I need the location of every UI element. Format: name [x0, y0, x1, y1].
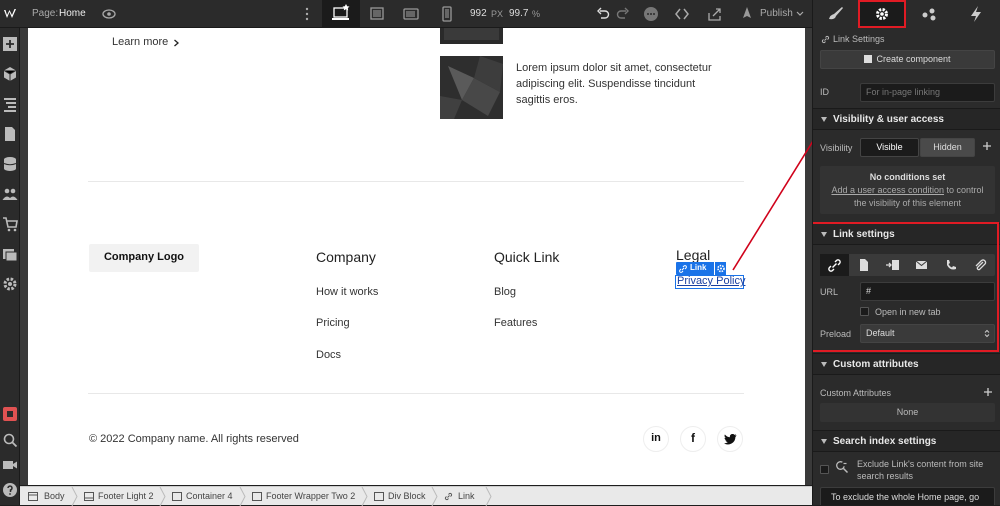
visibility-hidden-button[interactable]: Hidden [920, 138, 975, 157]
custom-attributes-section-header[interactable]: Custom attributes [813, 353, 1000, 375]
id-input[interactable]: For in-page linking [860, 83, 995, 102]
preload-label: Preload [820, 329, 852, 339]
link-settings-section-title: Link settings [833, 229, 895, 240]
add-custom-attribute-plus-icon[interactable] [983, 387, 993, 397]
visibility-section-header[interactable]: Visibility & user access [813, 108, 1000, 130]
breadcrumb-bar: Body Footer Light 2 Container 4 Footer W… [20, 486, 812, 506]
search-exclude-text-line-1: Exclude Link's content from site [857, 459, 984, 469]
settings-panel: Link Settings Create component ID For in… [812, 0, 1000, 505]
style-panel-tab[interactable] [813, 0, 857, 28]
custom-attributes-label: Custom Attributes [820, 388, 892, 398]
conditions-help-text: Add a user access condition to control [820, 185, 995, 195]
search-exclude-text-line-2: search results [857, 471, 914, 481]
search-index-note: To exclude the whole Home page, go [820, 487, 995, 505]
search-index-section-header[interactable]: Search index settings [813, 430, 1000, 452]
link-type-phone-icon[interactable] [936, 254, 965, 276]
breadcrumb-separators [71, 487, 492, 506]
settings-panel-tab-active[interactable] [860, 0, 904, 28]
url-input[interactable]: # [860, 282, 995, 301]
select-arrows-icon [984, 329, 990, 338]
custom-attributes-empty: None [820, 403, 995, 422]
conditions-help-rest: to control [944, 185, 984, 195]
link-type-email-icon[interactable] [907, 254, 936, 276]
link-type-section-icon[interactable] [878, 254, 907, 276]
add-access-condition-link[interactable]: Add a user access condition [831, 185, 944, 195]
visibility-visible-button[interactable]: Visible [860, 138, 919, 157]
link-type-file-attachment-icon[interactable] [965, 254, 995, 276]
element-type-title: Link Settings [833, 34, 885, 44]
link-settings-link-icon [821, 35, 830, 44]
component-icon [864, 55, 873, 63]
link-settings-section-header[interactable]: Link settings [813, 223, 1000, 245]
lightning-panel-tab[interactable] [954, 0, 998, 28]
open-new-tab-checkbox[interactable] [860, 307, 869, 316]
custom-attributes-section-title: Custom attributes [833, 359, 919, 370]
exclude-search-checkbox[interactable] [820, 465, 829, 474]
link-type-url-icon[interactable] [820, 254, 849, 276]
add-visibility-plus-icon[interactable] [982, 141, 992, 151]
visibility-section-title: Visibility & user access [833, 114, 944, 125]
conditions-help-line2: the visibility of this element [853, 198, 962, 208]
url-label: URL [820, 287, 839, 297]
search-exclude-icon [835, 460, 849, 474]
create-component-button[interactable]: Create component [820, 50, 995, 69]
visibility-label: Visibility [820, 143, 853, 153]
id-label: ID [820, 87, 829, 97]
link-type-page-icon[interactable] [849, 254, 878, 276]
create-component-label: Create component [876, 54, 951, 64]
interactions-panel-tab[interactable] [907, 0, 951, 28]
search-index-section-title: Search index settings [833, 436, 937, 447]
access-conditions-box: No conditions set Add a user access cond… [820, 166, 995, 214]
no-conditions-text: No conditions set [869, 172, 946, 182]
open-new-tab-label: Open in new tab [875, 307, 941, 317]
link-type-selector [820, 254, 995, 276]
preload-select[interactable]: Default [860, 324, 995, 343]
